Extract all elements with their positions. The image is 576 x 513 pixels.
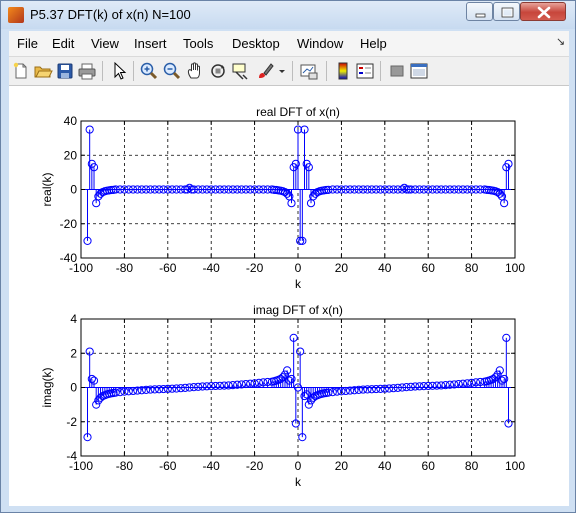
rotate-3d-icon[interactable] xyxy=(208,61,228,81)
x-tick-label: -20 xyxy=(246,261,264,275)
menu-file[interactable]: File xyxy=(17,36,38,51)
toolbar-separator xyxy=(102,61,103,81)
x-tick-label: -40 xyxy=(203,261,221,275)
x-tick-label: 20 xyxy=(335,459,349,473)
x-tick-label: 0 xyxy=(295,459,302,473)
show-plot-tools-icon[interactable] xyxy=(409,61,429,81)
x-tick-label: -20 xyxy=(246,459,264,473)
y-tick-label: 20 xyxy=(64,148,78,162)
x-axis-label: k xyxy=(295,475,302,489)
x-tick-label: 60 xyxy=(422,261,436,275)
x-tick-label: -60 xyxy=(159,261,177,275)
y-tick-label: -4 xyxy=(66,449,77,463)
toolbar-separator xyxy=(292,61,293,81)
menu-edit[interactable]: Edit xyxy=(52,36,74,51)
x-tick-label: 0 xyxy=(295,261,302,275)
new-file-icon[interactable] xyxy=(11,61,31,81)
zoom-out-icon[interactable] xyxy=(162,61,182,81)
y-axis-label: real(k) xyxy=(40,172,54,206)
menu-tools[interactable]: Tools xyxy=(183,36,213,51)
x-tick-label: -60 xyxy=(159,459,177,473)
menu-dock-arrow-icon[interactable]: ↘ xyxy=(556,35,565,48)
x-tick-label: -80 xyxy=(116,261,134,275)
x-tick-label: 60 xyxy=(422,459,436,473)
x-tick-label: -80 xyxy=(116,459,134,473)
x-tick-label: 40 xyxy=(378,459,392,473)
minimize-button[interactable] xyxy=(466,2,493,21)
x-axis-label: k xyxy=(295,277,302,291)
select-arrow-icon[interactable] xyxy=(109,61,129,81)
save-icon[interactable] xyxy=(55,61,75,81)
menu-bar: File Edit View Insert Tools Desktop Wind… xyxy=(9,31,569,56)
hide-plot-tools-icon[interactable] xyxy=(387,61,407,81)
menu-window[interactable]: Window xyxy=(297,36,343,51)
matlab-logo-icon xyxy=(8,7,24,23)
y-tick-label: -2 xyxy=(66,415,77,429)
maximize-icon xyxy=(501,7,514,18)
menu-help[interactable]: Help xyxy=(360,36,387,51)
y-tick-label: -20 xyxy=(60,217,78,231)
x-tick-label: -40 xyxy=(203,459,221,473)
menu-insert[interactable]: Insert xyxy=(134,36,167,51)
x-tick-label: 20 xyxy=(335,261,349,275)
plot-area: -100 -80 -60 -40 -20 0 20 40 60 80 10040200-20-40r… xyxy=(40,105,525,489)
y-tick-label: 4 xyxy=(70,312,77,326)
x-tick-label: 40 xyxy=(378,261,392,275)
y-tick-label: 0 xyxy=(70,381,77,395)
x-tick-label: 100 xyxy=(505,261,525,275)
legend-icon[interactable] xyxy=(355,61,375,81)
zoom-in-icon[interactable] xyxy=(139,61,159,81)
x-tick-label: 80 xyxy=(465,459,479,473)
maximize-button[interactable] xyxy=(493,2,520,21)
colorbar-icon[interactable] xyxy=(333,61,353,81)
y-tick-label: 2 xyxy=(70,346,77,360)
x-tick-label: 100 xyxy=(505,459,525,473)
figure-window: P5.37 DFT(k) of x(n) N=100 File Edit Vie… xyxy=(0,0,576,513)
y-tick-label: 40 xyxy=(64,114,78,128)
title-bar[interactable]: P5.37 DFT(k) of x(n) N=100 xyxy=(1,1,575,29)
close-icon xyxy=(537,6,551,19)
chart-title: imag DFT of x(n) xyxy=(253,303,343,317)
menu-view[interactable]: View xyxy=(91,36,119,51)
brush-menu-icon[interactable] xyxy=(277,61,287,81)
brush-icon[interactable] xyxy=(255,61,275,81)
toolbar-separator xyxy=(326,61,327,81)
window-title: P5.37 DFT(k) of x(n) N=100 xyxy=(30,7,191,22)
figure-canvas: -100 -80 -60 -40 -20 0 20 40 60 80 100 40 20 0 -20 -40 r… xyxy=(9,86,569,506)
toolbar-separator xyxy=(133,61,134,81)
pan-icon[interactable] xyxy=(185,61,205,81)
print-icon[interactable] xyxy=(77,61,97,81)
link-plot-icon[interactable] xyxy=(299,61,319,81)
menu-desktop[interactable]: Desktop xyxy=(232,36,280,51)
y-tick-label: 0 xyxy=(70,183,77,197)
chart-title: real DFT of x(n) xyxy=(256,105,340,119)
toolbar-separator xyxy=(380,61,381,81)
x-tick-label: 80 xyxy=(465,261,479,275)
figure-toolbar xyxy=(9,56,569,86)
y-tick-label: -40 xyxy=(60,251,78,265)
data-cursor-icon[interactable] xyxy=(231,61,251,81)
minimize-icon xyxy=(475,13,486,18)
open-file-icon[interactable] xyxy=(33,61,53,81)
y-axis-label: imag(k) xyxy=(40,367,54,407)
close-button[interactable] xyxy=(520,2,566,21)
